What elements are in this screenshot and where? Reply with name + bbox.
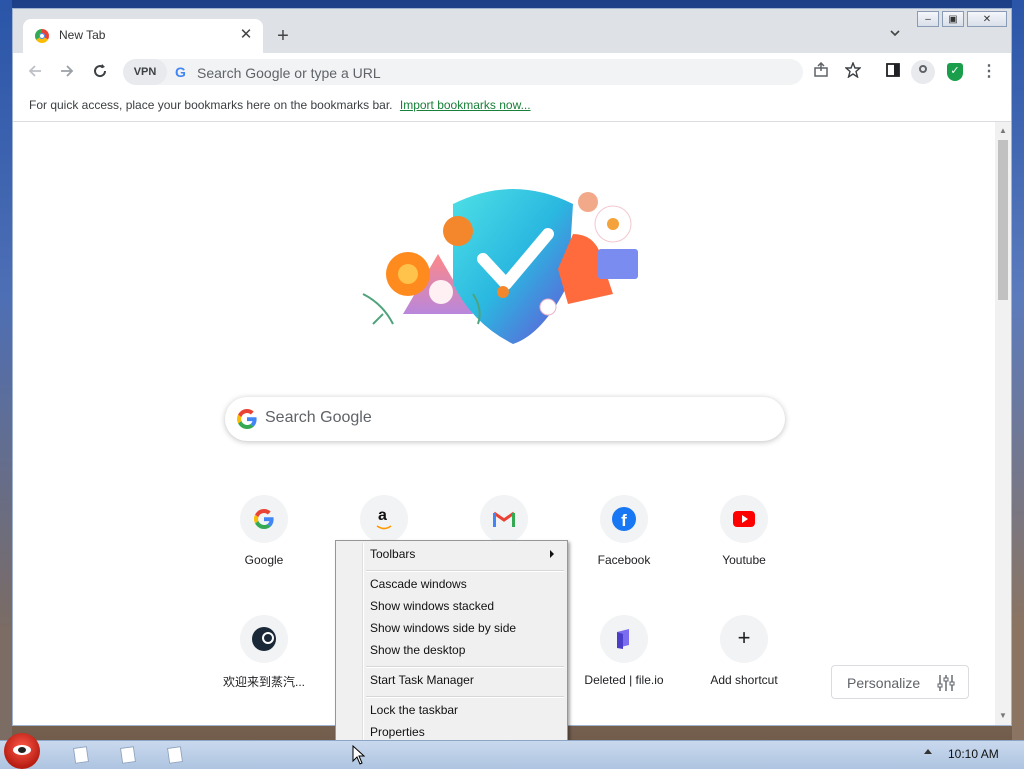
bookmarks-hint-text: For quick access, place your bookmarks h… bbox=[29, 98, 393, 112]
scroll-up-arrow-icon[interactable]: ▲ bbox=[995, 124, 1011, 138]
kebab-menu-icon[interactable]: ⋮ bbox=[979, 62, 999, 82]
shortcut-youtube[interactable]: Youtube bbox=[688, 495, 800, 595]
extension-shield-icon[interactable]: ✓ bbox=[947, 63, 963, 81]
shortcut-label: Youtube bbox=[722, 553, 766, 567]
maximize-button[interactable]: ▣ bbox=[942, 11, 964, 27]
tab-close-icon[interactable]: ✕ bbox=[237, 26, 255, 44]
taskbar-document-icon[interactable] bbox=[119, 746, 137, 764]
menu-item-toolbars[interactable]: Toolbars bbox=[370, 544, 415, 564]
tab-strip: New Tab ✕ + – ▣ ✕ bbox=[13, 9, 1011, 53]
scroll-down-arrow-icon[interactable]: ▼ bbox=[995, 709, 1011, 723]
plus-icon: + bbox=[720, 615, 768, 663]
scroll-thumb[interactable] bbox=[998, 140, 1008, 300]
import-bookmarks-link[interactable]: Import bookmarks now... bbox=[400, 98, 531, 112]
menu-item-properties[interactable]: Properties bbox=[370, 722, 425, 742]
omnibox-placeholder[interactable]: Search Google or type a URL bbox=[197, 65, 381, 81]
shortcut-label: Facebook bbox=[597, 553, 651, 567]
menu-item-show-windows-stacked[interactable]: Show windows stacked bbox=[370, 596, 494, 616]
menu-item-show-windows-side-by-side[interactable]: Show windows side by side bbox=[370, 618, 516, 638]
forward-arrow-icon[interactable] bbox=[57, 62, 77, 82]
omnibox[interactable]: VPN G Search Google or type a URL bbox=[123, 59, 803, 85]
facebook-icon: f bbox=[600, 495, 648, 543]
desktop-right-edge bbox=[1012, 0, 1024, 740]
new-tab-button[interactable]: + bbox=[271, 25, 295, 49]
taskbar-clock[interactable]: 10:10 AM bbox=[948, 747, 999, 761]
browser-toolbar: VPN G Search Google or type a URL ✓ ⋮ bbox=[13, 53, 1011, 91]
youtube-icon bbox=[720, 495, 768, 543]
fileio-icon bbox=[600, 615, 648, 663]
taskbar: 10:10 AM bbox=[0, 733, 1024, 769]
shortcut-fileio[interactable]: Deleted | file.io bbox=[568, 615, 680, 715]
gmail-icon bbox=[480, 495, 528, 543]
mouse-cursor-icon bbox=[352, 745, 366, 765]
taskbar-document-icon[interactable] bbox=[72, 746, 90, 764]
minimize-button[interactable]: – bbox=[917, 11, 939, 27]
google-g-icon: G bbox=[175, 64, 186, 80]
tab-search-chevron-icon[interactable] bbox=[885, 27, 905, 47]
shortcut-facebook[interactable]: f Facebook bbox=[568, 495, 680, 595]
bookmark-star-icon[interactable] bbox=[843, 61, 863, 82]
reload-icon[interactable] bbox=[90, 62, 110, 82]
menu-gutter bbox=[362, 543, 364, 742]
back-arrow-icon[interactable] bbox=[25, 62, 45, 82]
bookmarks-bar: For quick access, place your bookmarks h… bbox=[13, 91, 1011, 122]
shortcut-label: Google bbox=[244, 553, 284, 567]
personalize-label: Personalize bbox=[847, 675, 921, 691]
tab-new-tab[interactable]: New Tab ✕ bbox=[23, 19, 263, 53]
menu-item-cascade-windows[interactable]: Cascade windows bbox=[370, 574, 467, 594]
shortcut-steam[interactable]: 欢迎来到蒸汽... bbox=[208, 615, 320, 715]
shortcut-add[interactable]: + Add shortcut bbox=[688, 615, 800, 715]
taskbar-document-icon[interactable] bbox=[166, 746, 184, 764]
tab-title: New Tab bbox=[59, 28, 106, 42]
shortcut-label: Deleted | file.io bbox=[584, 673, 664, 687]
taskbar-context-menu: Toolbars Cascade windows Show windows st… bbox=[335, 540, 568, 745]
page-scrollbar[interactable]: ▲ ▼ bbox=[995, 122, 1011, 725]
side-panel-icon[interactable] bbox=[883, 62, 903, 82]
shortcut-google[interactable]: Google bbox=[208, 495, 320, 595]
menu-item-show-desktop[interactable]: Show the desktop bbox=[370, 640, 465, 660]
shortcut-label: 欢迎来到蒸汽... bbox=[222, 675, 305, 689]
menu-item-start-task-manager[interactable]: Start Task Manager bbox=[370, 670, 474, 690]
close-window-button[interactable]: ✕ bbox=[967, 11, 1007, 27]
steam-icon bbox=[240, 615, 288, 663]
amazon-icon: a bbox=[360, 495, 408, 543]
start-button-angry-bird-icon[interactable] bbox=[4, 733, 40, 769]
google-g-icon bbox=[237, 409, 257, 429]
menu-separator bbox=[366, 570, 564, 572]
menu-separator bbox=[366, 666, 564, 668]
desktop-left-edge bbox=[0, 0, 12, 740]
vpn-button[interactable]: VPN bbox=[123, 59, 167, 85]
submenu-arrow-icon bbox=[550, 550, 554, 558]
profile-avatar-icon[interactable] bbox=[911, 60, 935, 84]
personalize-button[interactable]: Personalize bbox=[831, 665, 969, 699]
menu-separator bbox=[366, 696, 564, 698]
menu-item-lock-taskbar[interactable]: Lock the taskbar bbox=[370, 700, 458, 720]
ntp-search-box[interactable]: Search Google bbox=[225, 397, 785, 441]
google-icon bbox=[240, 495, 288, 543]
share-icon[interactable] bbox=[811, 61, 831, 82]
sliders-icon bbox=[937, 675, 955, 691]
doodle-illustration bbox=[362, 189, 638, 344]
ntp-search-placeholder[interactable]: Search Google bbox=[265, 409, 372, 427]
tray-expand-arrow-icon[interactable] bbox=[924, 749, 932, 754]
chrome-favicon-icon bbox=[35, 29, 49, 43]
shortcut-label: Add shortcut bbox=[710, 673, 778, 687]
